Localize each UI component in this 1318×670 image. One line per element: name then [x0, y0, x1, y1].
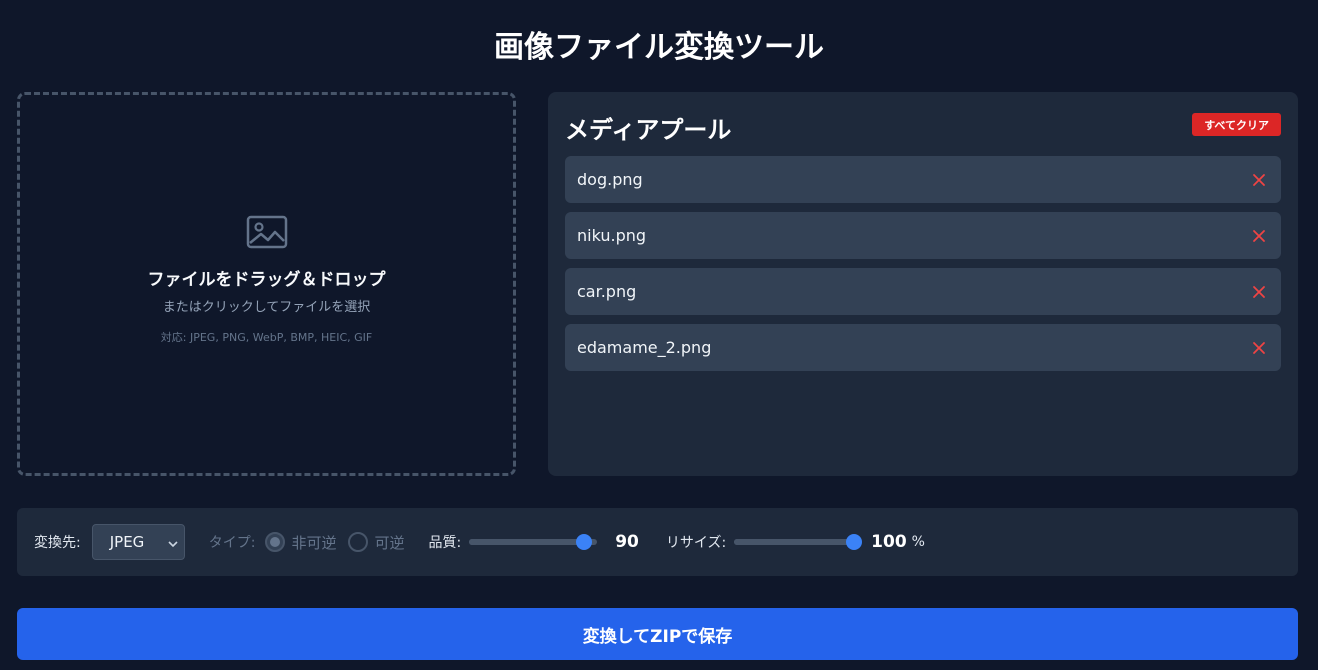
file-dropzone[interactable]: ファイルをドラッグ＆ドロップ またはクリックしてファイルを選択 対応: JPEG…	[17, 92, 516, 476]
resize-slider[interactable]	[734, 534, 863, 550]
file-list: dog.png niku.png car.png edamame_2.png	[565, 156, 1281, 380]
file-name: car.png	[577, 282, 637, 301]
resize-slider-fill	[734, 539, 855, 545]
quality-slider[interactable]	[469, 534, 598, 550]
close-icon[interactable]	[1250, 227, 1268, 245]
close-icon[interactable]	[1250, 339, 1268, 357]
supported-formats: 対応: JPEG, PNG, WebP, BMP, HEIC, GIF	[160, 331, 373, 344]
file-item: niku.png	[565, 212, 1281, 259]
page-title: 画像ファイル変換ツール	[494, 30, 824, 65]
lossless-radio-label: 可逆	[374, 533, 405, 552]
lossless-radio[interactable]	[348, 532, 369, 552]
clear-all-button[interactable]: すべてクリア	[1192, 113, 1281, 136]
close-icon[interactable]	[1250, 283, 1268, 301]
quality-value: 90	[615, 532, 639, 552]
close-icon[interactable]	[1250, 171, 1268, 189]
quality-slider-thumb[interactable]	[576, 534, 593, 550]
resize-value: 100	[871, 532, 907, 552]
resize-slider-thumb[interactable]	[846, 534, 863, 550]
file-item: car.png	[565, 268, 1281, 315]
type-label: タイプ:	[208, 535, 256, 551]
resize-label: リサイズ:	[665, 535, 727, 551]
file-item: edamame_2.png	[565, 324, 1281, 371]
file-name: edamame_2.png	[577, 338, 712, 357]
media-pool: メディアプール すべてクリア dog.png niku.png car.png eda…	[548, 92, 1298, 476]
media-pool-title: メディアプール	[565, 116, 732, 144]
convert-and-save-button[interactable]: 変換してZIPで保存	[17, 608, 1298, 660]
conversion-settings: 変換先: JPEG タイプ: 非可逆 可逆 品質: 90 リサイズ: 100 %	[17, 508, 1298, 576]
quality-slider-fill	[469, 539, 585, 545]
file-item: dog.png	[565, 156, 1281, 203]
lossy-radio[interactable]	[265, 532, 286, 552]
format-select-value: JPEG	[109, 533, 145, 551]
dropzone-subtitle: またはクリックしてファイルを選択	[162, 300, 371, 315]
format-label: 変換先:	[34, 535, 81, 551]
chevron-down-icon	[167, 536, 179, 554]
radio-dot	[270, 537, 281, 547]
lossy-radio-label: 非可逆	[291, 533, 337, 552]
format-select[interactable]: JPEG	[91, 524, 185, 560]
file-name: niku.png	[577, 226, 647, 245]
quality-label: 品質:	[428, 535, 462, 551]
resize-unit: %	[911, 534, 925, 550]
dropzone-title: ファイルをドラッグ＆ドロップ	[147, 270, 386, 290]
file-name: dog.png	[577, 170, 643, 189]
image-icon	[246, 215, 288, 255]
